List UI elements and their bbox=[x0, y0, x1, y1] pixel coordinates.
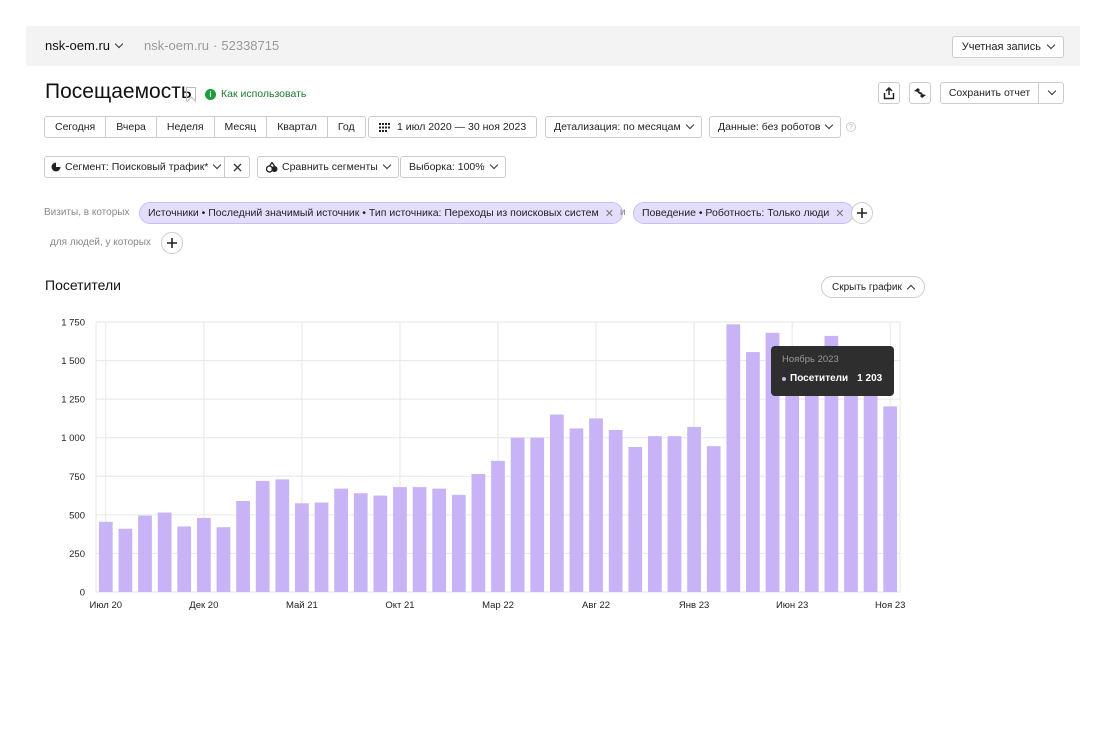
bar bbox=[491, 460, 505, 592]
bar bbox=[451, 494, 466, 592]
bar bbox=[98, 521, 113, 592]
x-tick-label: Окт 21 bbox=[385, 600, 414, 611]
bar bbox=[373, 495, 388, 592]
y-tick-label: 1 250 bbox=[61, 395, 85, 406]
tooltip-month: Ноябрь 2023 bbox=[782, 354, 839, 365]
bar bbox=[746, 352, 760, 592]
bar bbox=[510, 437, 525, 592]
tooltip-row: Посетители 1 203 bbox=[782, 373, 883, 384]
x-tick-label: Мар 22 bbox=[482, 600, 514, 611]
bar bbox=[314, 502, 329, 592]
bar bbox=[432, 488, 447, 592]
bar bbox=[648, 436, 662, 592]
bar bbox=[157, 512, 172, 592]
bar bbox=[706, 446, 721, 592]
bar bbox=[412, 487, 427, 592]
bar bbox=[295, 503, 309, 592]
x-tick-label: Авг 22 bbox=[582, 600, 610, 611]
y-tick-label: 250 bbox=[69, 549, 85, 560]
bar bbox=[628, 446, 643, 592]
x-tick-label: Июл 20 bbox=[90, 600, 123, 611]
bar bbox=[196, 517, 211, 592]
bar bbox=[471, 473, 486, 592]
bar bbox=[255, 480, 270, 592]
tooltip-series: Посетители bbox=[790, 373, 849, 384]
y-tick-label: 1 500 bbox=[61, 356, 85, 367]
bar bbox=[569, 428, 584, 592]
bar bbox=[589, 418, 603, 592]
bar bbox=[549, 414, 564, 592]
bar bbox=[138, 515, 152, 592]
bar bbox=[687, 426, 701, 592]
bar bbox=[667, 436, 682, 592]
y-tick-label: 500 bbox=[69, 510, 85, 521]
tooltip-value: 1 203 bbox=[857, 373, 883, 384]
y-tick-label: 1 750 bbox=[61, 318, 85, 329]
bar bbox=[608, 430, 623, 592]
bar bbox=[530, 437, 545, 592]
y-tick-label: 750 bbox=[69, 472, 85, 483]
x-tick-label: Янв 23 bbox=[679, 600, 709, 611]
y-tick-label: 0 bbox=[80, 588, 85, 599]
x-tick-label: Июн 23 bbox=[776, 600, 808, 611]
bar bbox=[353, 493, 368, 592]
bar bbox=[118, 528, 133, 592]
chart-tooltip: Ноябрь 2023 Посетители 1 203 bbox=[771, 346, 894, 396]
bar bbox=[726, 324, 741, 592]
bar bbox=[177, 526, 192, 592]
x-tick-label: Дек 20 bbox=[189, 600, 218, 611]
bar bbox=[275, 479, 290, 592]
bar bbox=[216, 527, 231, 592]
bar bbox=[883, 406, 898, 592]
x-tick-label: Май 21 bbox=[286, 600, 318, 611]
bar bbox=[334, 488, 348, 592]
series-dot bbox=[782, 376, 786, 381]
bar bbox=[393, 487, 407, 592]
bar bbox=[236, 500, 250, 592]
x-tick-label: Ноя 23 bbox=[875, 600, 906, 611]
visitors-bar-chart: 0 250 500 750 1 000 1 250 1 500 1 750 Июл 20 Дек … bbox=[61, 318, 906, 612]
y-tick-label: 1 000 bbox=[61, 433, 85, 444]
